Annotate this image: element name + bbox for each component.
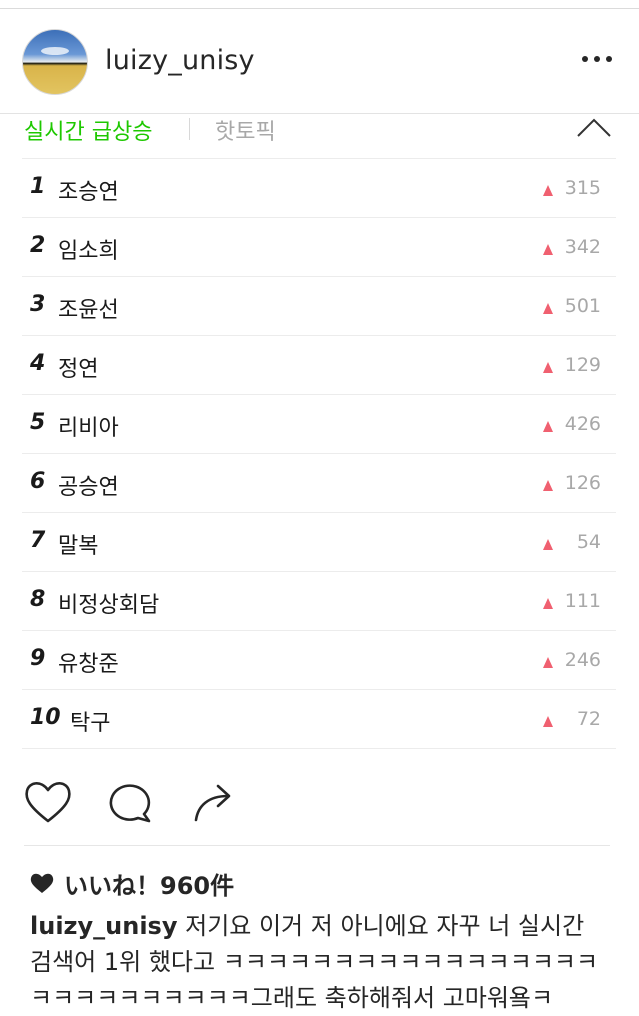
tab-hot-topic[interactable]: 핫토픽 bbox=[215, 114, 276, 146]
ranking-row[interactable]: 8 비정상회담 111 bbox=[22, 571, 616, 630]
rank-change: 129 bbox=[564, 354, 601, 376]
more-dot bbox=[594, 56, 600, 62]
ranking-row[interactable]: 1 조승연 315 bbox=[22, 158, 616, 217]
rank-keyword[interactable]: 유창준 bbox=[58, 646, 119, 678]
more-options-icon[interactable] bbox=[582, 51, 612, 67]
arrow-up-icon bbox=[543, 185, 553, 196]
post-header: luizy_unisy bbox=[0, 9, 639, 114]
ranking-row[interactable]: 5 리비아 426 bbox=[22, 394, 616, 453]
rank-keyword[interactable]: 조승연 bbox=[58, 174, 119, 206]
top-border bbox=[0, 0, 639, 9]
ranking-row[interactable]: 7 말복 54 bbox=[22, 512, 616, 571]
heart-filled-icon bbox=[30, 873, 54, 893]
arrow-up-icon bbox=[543, 244, 553, 255]
tab-realtime-rising[interactable]: 실시간 급상승 bbox=[24, 114, 152, 146]
post-username[interactable]: luizy_unisy bbox=[105, 45, 255, 76]
ranking-row[interactable]: 2 임소희 342 bbox=[22, 217, 616, 276]
rank-keyword[interactable]: 임소희 bbox=[58, 233, 119, 265]
arrow-up-icon bbox=[543, 657, 553, 668]
arrow-up-icon bbox=[543, 480, 553, 491]
rank-number: 4 bbox=[30, 351, 46, 376]
rank-change: 426 bbox=[564, 413, 601, 435]
action-divider bbox=[24, 845, 610, 846]
more-dot bbox=[606, 56, 612, 62]
rank-change: 126 bbox=[564, 472, 601, 494]
tab-divider bbox=[189, 118, 190, 140]
rank-change: 246 bbox=[564, 649, 601, 671]
ranking-list: 1 조승연 315 2 임소희 342 3 조윤선 501 4 정연 129 5… bbox=[22, 158, 616, 749]
rank-change: 54 bbox=[576, 531, 601, 553]
chevron-up-icon[interactable] bbox=[574, 114, 614, 144]
rank-keyword[interactable]: 탁구 bbox=[70, 705, 110, 737]
rank-number: 5 bbox=[30, 410, 46, 435]
rank-number: 2 bbox=[30, 233, 46, 258]
post-caption: luizy_unisy 저기요 이거 저 아니에요 자꾸 너 실시간 검색어 1… bbox=[30, 908, 612, 1016]
rank-change: 315 bbox=[564, 177, 601, 199]
ranking-row[interactable]: 3 조윤선 501 bbox=[22, 276, 616, 335]
rank-keyword[interactable]: 리비아 bbox=[58, 410, 119, 442]
arrow-up-icon bbox=[543, 598, 553, 609]
rank-keyword[interactable]: 공승연 bbox=[58, 469, 119, 501]
rank-keyword[interactable]: 정연 bbox=[58, 351, 98, 383]
ranking-row[interactable]: 9 유창준 246 bbox=[22, 630, 616, 689]
rank-number: 6 bbox=[30, 469, 46, 494]
rank-change: 72 bbox=[576, 708, 601, 730]
more-dot bbox=[582, 56, 588, 62]
post-actions bbox=[0, 770, 639, 830]
ranking-row[interactable]: 10 탁구 72 bbox=[22, 689, 616, 749]
rank-change: 342 bbox=[564, 236, 601, 258]
arrow-up-icon bbox=[543, 539, 553, 550]
likes-count[interactable]: いいね！960件 bbox=[30, 866, 234, 900]
rank-number: 7 bbox=[30, 528, 46, 553]
arrow-up-icon bbox=[543, 362, 553, 373]
rank-number: 1 bbox=[30, 174, 46, 199]
rank-number: 9 bbox=[30, 646, 46, 671]
avatar-cloud bbox=[41, 47, 69, 55]
comment-icon[interactable] bbox=[104, 776, 156, 828]
arrow-up-icon bbox=[543, 716, 553, 727]
heart-icon[interactable] bbox=[22, 776, 74, 828]
ranking-row[interactable]: 4 정연 129 bbox=[22, 335, 616, 394]
arrow-up-icon bbox=[543, 421, 553, 432]
rank-change: 501 bbox=[564, 295, 601, 317]
rank-keyword[interactable]: 조윤선 bbox=[58, 292, 119, 324]
arrow-up-icon bbox=[543, 303, 553, 314]
rank-number: 10 bbox=[30, 705, 61, 730]
share-icon[interactable] bbox=[188, 776, 240, 828]
likes-text: いいね！960件 bbox=[64, 871, 235, 900]
ranking-row[interactable]: 6 공승연 126 bbox=[22, 453, 616, 512]
rank-change: 111 bbox=[564, 590, 601, 612]
caption-username[interactable]: luizy_unisy bbox=[30, 912, 177, 940]
rank-number: 3 bbox=[30, 292, 46, 317]
ranking-tabs: 실시간 급상승 핫토픽 bbox=[0, 114, 639, 158]
rank-keyword[interactable]: 말복 bbox=[58, 528, 98, 560]
avatar[interactable] bbox=[22, 29, 88, 95]
rank-number: 8 bbox=[30, 587, 46, 612]
rank-keyword[interactable]: 비정상회담 bbox=[58, 587, 159, 619]
